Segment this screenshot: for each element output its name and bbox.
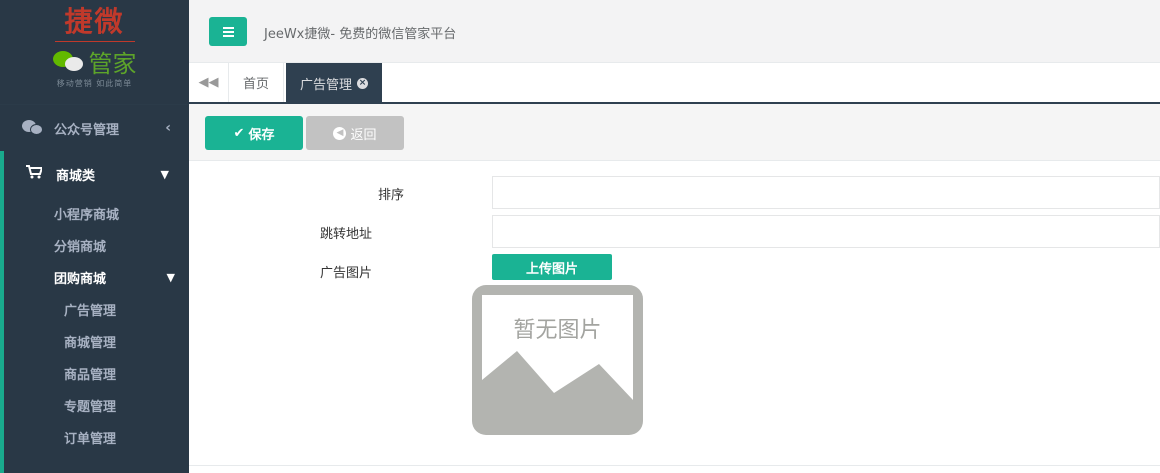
sidebar-item-order-management[interactable]: 订单管理 [4,421,189,453]
sidebar-item-wechat-accounts[interactable]: 公众号管理 ‹ [0,104,189,151]
sidebar-group-mall: 商城类 ▼ 小程序商城 分销商城 团购商城 ▼ 广告管理 商城管理 商品管理 专… [0,151,189,473]
tab-home[interactable]: 首页 [229,63,285,102]
check-icon: ✔ [233,125,245,141]
sidebar-item-group-buy-mall[interactable]: 团购商城 ▼ [4,261,189,293]
wechat-icon [22,119,44,137]
sidebar-item-label: 分销商城 [54,239,107,255]
site-title: JeeWx捷微- 免费的微信管家平台 [264,27,457,42]
logo-tagline: 移动营销 如此简单 [56,79,133,88]
sidebar-item-label: 商城管理 [64,335,117,351]
redirect-url-input[interactable] [492,215,1160,248]
sidebar-item-product-management[interactable]: 商品管理 [4,357,189,389]
sidebar-item-ad-management[interactable]: 广告管理 [4,293,189,325]
logo: 捷微 管家 移动营销 如此简单 [0,0,189,104]
sidebar-item-label: 商品管理 [64,367,117,383]
sidebar-item-mall[interactable]: 商城类 ▼ [4,151,189,197]
hamburger-icon [222,26,234,29]
sidebar-item-mall-management[interactable]: 商城管理 [4,325,189,357]
tab-label: 首页 [243,77,270,92]
save-button[interactable]: ✔ 保存 [205,116,303,150]
logo-divider [54,41,135,42]
sidebar-item-distribution-mall[interactable]: 分销商城 [4,229,189,261]
double-chevron-left-icon: ◀◀ [198,75,219,90]
tab-label: 广告管理 [300,78,353,93]
sort-input[interactable] [492,176,1160,209]
sidebar-item-label: 专题管理 [64,399,117,415]
logo-row: 管家 [0,46,189,78]
menu-toggle-button[interactable] [209,17,247,46]
ad-image-label: 广告图片 [319,266,372,281]
redirect-url-label: 跳转地址 [319,227,372,242]
logo-subtitle: 管家 [88,49,137,78]
back-button-label: 返回 [350,127,377,143]
hamburger-icon-bar [222,34,234,37]
chevron-down-icon: ▼ [166,270,175,284]
toolbar: ✔ 保存 ◀ 返回 [189,104,1160,161]
hamburger-icon-bar [222,30,234,33]
sidebar-item-label: 广告管理 [64,303,117,319]
close-icon[interactable]: × [357,78,369,89]
upload-image-button[interactable]: 上传图片 [492,254,612,280]
sidebar: 捷微 管家 移动营销 如此简单 公众号管理 ‹ 商城类 ▼ 小程序商城 分销商城… [0,0,189,473]
top-navbar: JeeWx捷微- 免费的微信管家平台 [189,0,1160,63]
sidebar-item-topic-management[interactable]: 专题管理 [4,389,189,421]
wechat-logo-icon [52,49,87,73]
tab-bar: ◀◀ 首页 广告管理 × [189,63,1160,104]
logo-title: 捷微 [64,5,125,38]
tab-scroll-left-button[interactable]: ◀◀ [189,63,229,102]
chevron-left-icon: ‹ [165,120,171,136]
sidebar-item-label: 商城类 [56,168,96,184]
sidebar-item-label: 小程序商城 [54,207,120,223]
back-button[interactable]: ◀ 返回 [306,116,404,150]
sidebar-item-label: 订单管理 [64,431,117,447]
sidebar-item-miniprogram-mall[interactable]: 小程序商城 [4,197,189,229]
sort-label: 排序 [377,188,404,203]
no-image-text: 暂无图片 [513,318,601,343]
no-image-placeholder-icon: 暂无图片 [472,285,643,435]
cart-icon [26,165,44,183]
sidebar-item-label: 公众号管理 [54,122,120,138]
arrow-left-circle-icon: ◀ [333,126,347,140]
form-divider [189,465,1160,466]
save-button-label: 保存 [248,127,275,143]
ad-form: 排序 跳转地址 广告图片 上传图片 暂无图片 [189,161,1160,473]
sidebar-item-label: 团购商城 [54,271,107,287]
tab-ad-management[interactable]: 广告管理 × [286,63,383,104]
chevron-down-icon: ▼ [160,167,169,181]
